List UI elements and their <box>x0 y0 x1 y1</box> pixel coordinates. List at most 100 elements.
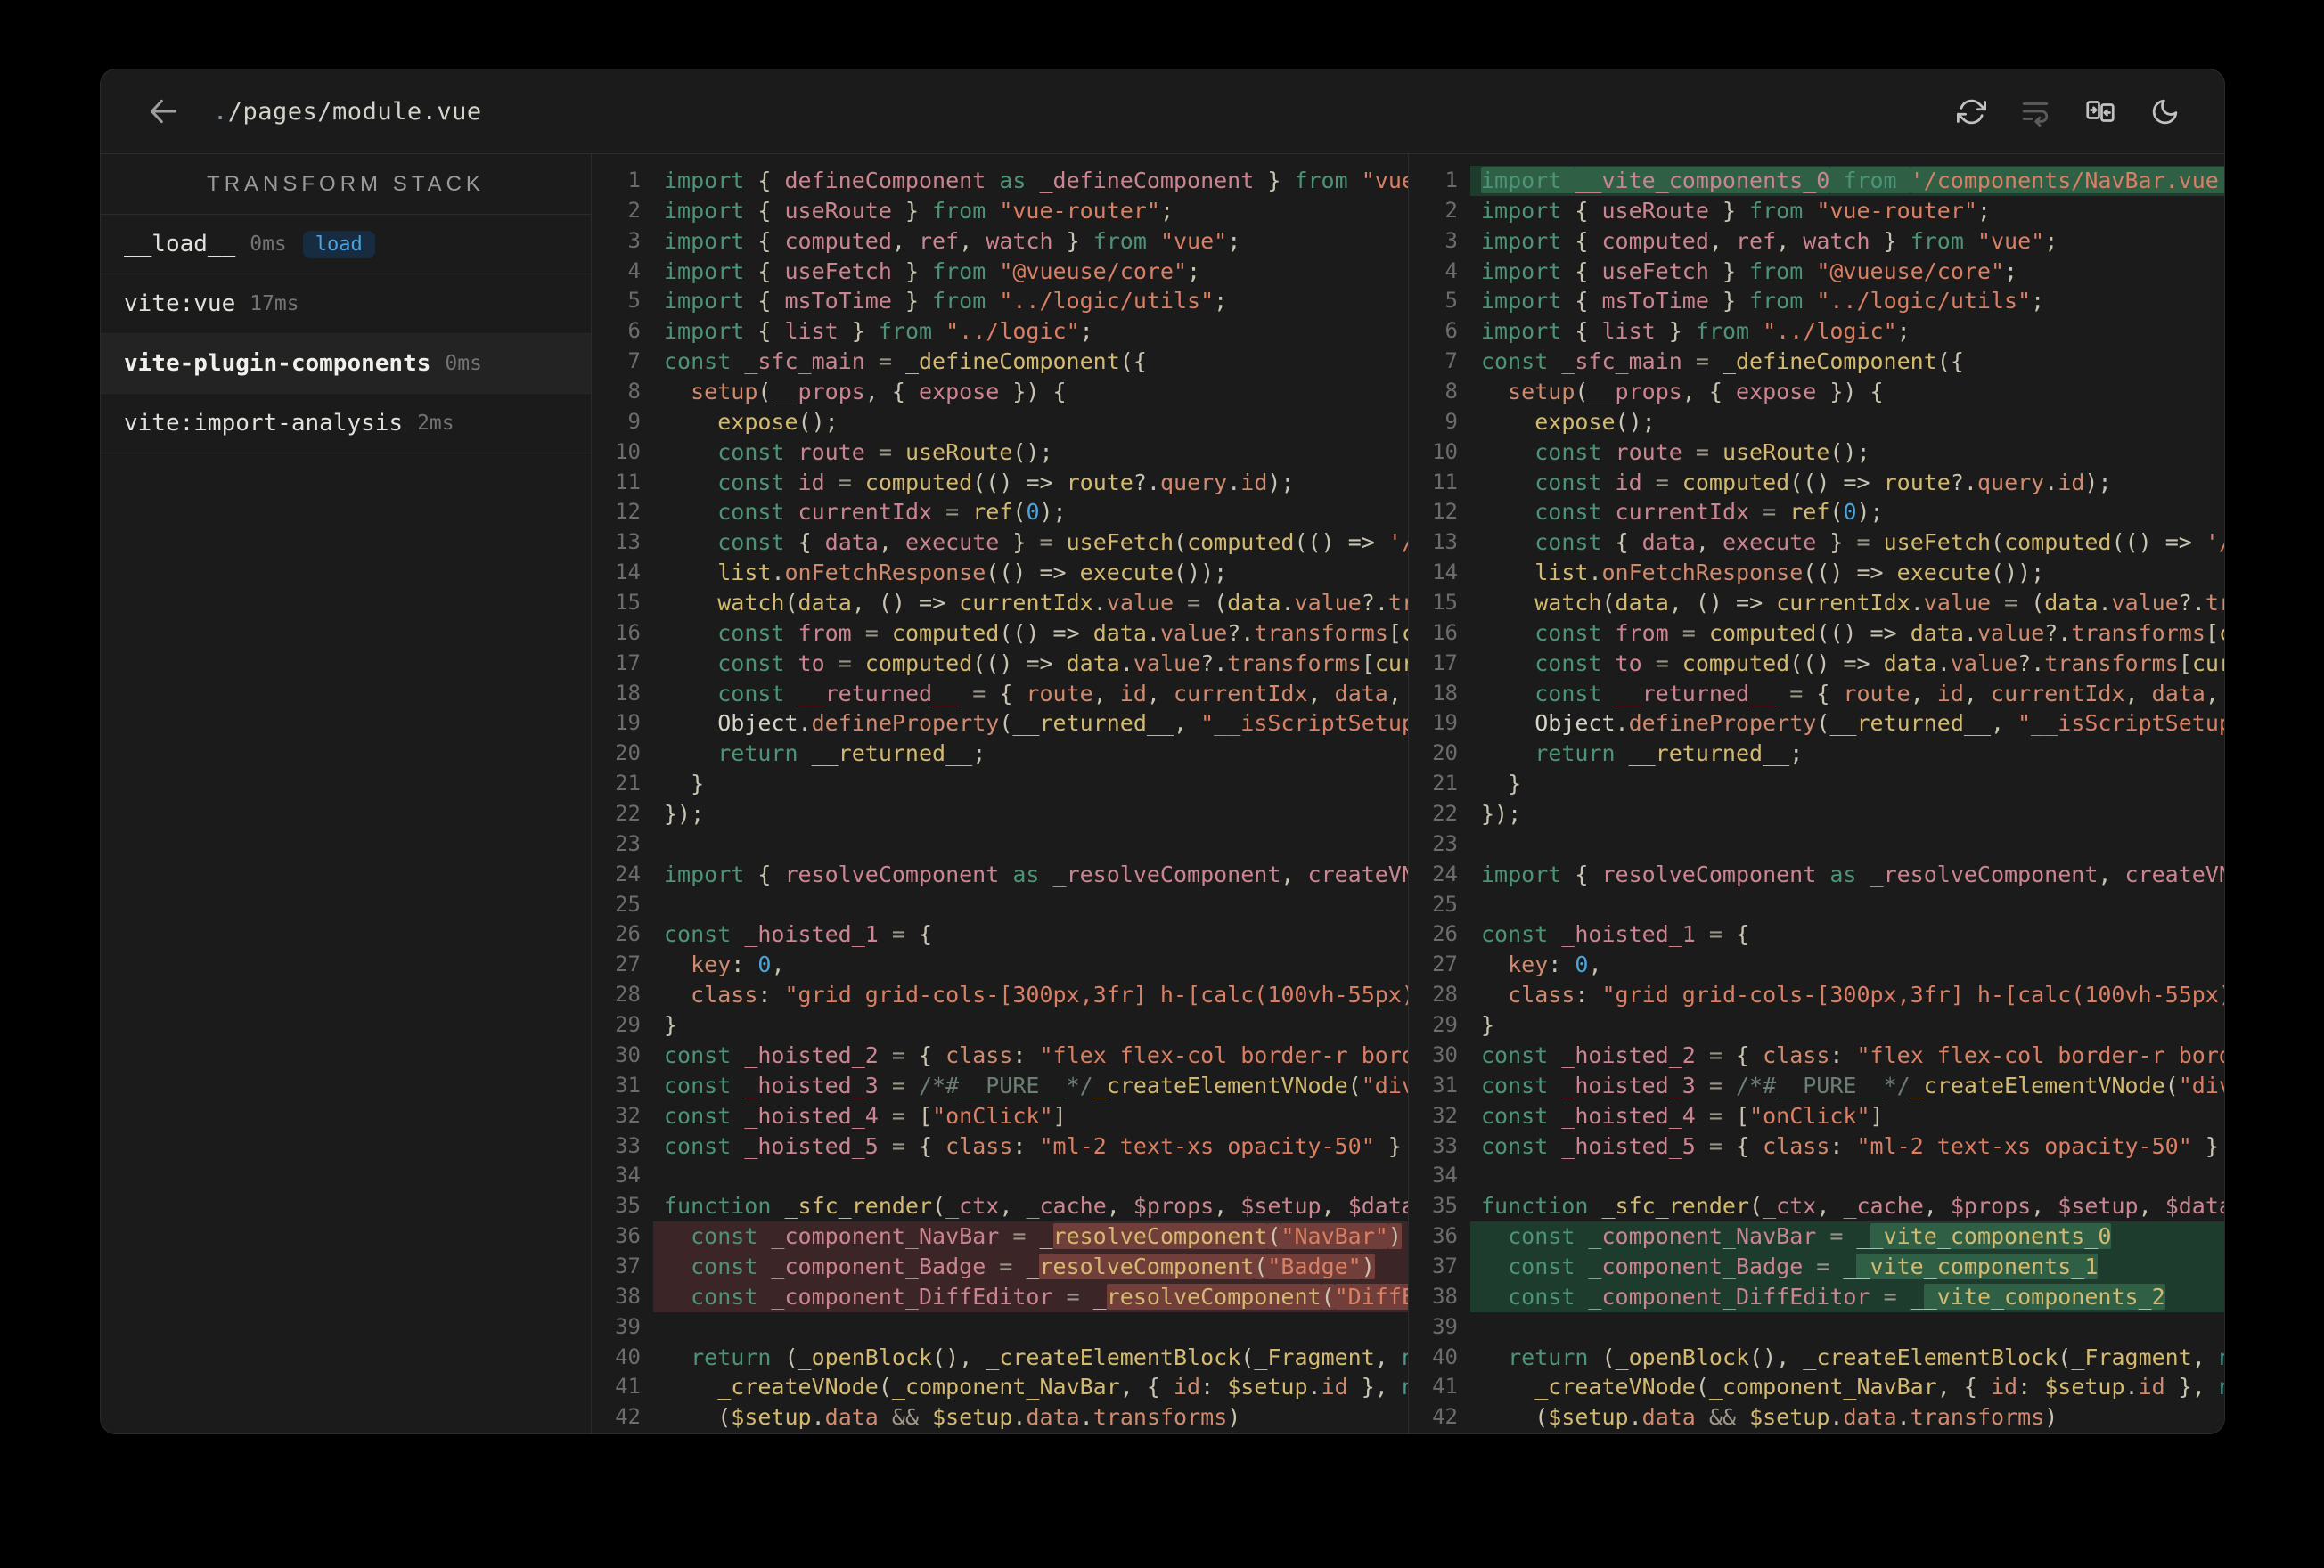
code-token: transforms <box>2071 619 2205 646</box>
code-token: : <box>757 982 785 1009</box>
code-token: '/__inspect_api/module?id=' <box>1387 529 1408 556</box>
code-content: return (_openBlock(), _createElementBloc… <box>1470 1343 2224 1373</box>
code-token: "vue" <box>1976 227 2045 254</box>
code-token: const <box>1508 1253 1589 1279</box>
code-token: as <box>986 167 1040 193</box>
code-token: from <box>1749 288 1817 314</box>
code-token: [ <box>1387 619 1402 646</box>
code-token: (() <box>1294 529 1348 556</box>
code-token: null <box>2219 1344 2224 1370</box>
code-token: _ <box>1910 1283 1924 1310</box>
code-line: 16 const from = computed(() => data.valu… <box>592 618 1408 649</box>
code-token: } <box>664 1012 678 1039</box>
code-token: = <box>972 680 1000 706</box>
code-token: value <box>1950 649 2018 676</box>
code-token: , <box>1106 1193 1133 1220</box>
code-token: ( <box>1240 1343 1255 1370</box>
line-number: 36 <box>1432 1223 1458 1249</box>
code-content: function _sfc_render(_ctx, _cache, $prop… <box>1470 1191 2224 1221</box>
code-token: (); <box>798 408 839 435</box>
line-number: 13 <box>1432 529 1458 555</box>
code-token: . <box>1628 1404 1642 1431</box>
code-token: expose <box>919 379 1000 405</box>
code-line: 39 <box>1409 1312 2224 1343</box>
sidebar-item-vite-plugin-components[interactable]: vite-plugin-components 0ms <box>101 334 591 394</box>
refresh-icon[interactable] <box>1957 97 1986 127</box>
code-line: 23 <box>592 829 1408 860</box>
code-token: (() <box>1789 649 1844 676</box>
code-token: '/__inspect_api/module?id=' <box>2205 529 2224 556</box>
code-line: 18 const __returned__ = { route, id, cur… <box>1409 679 2224 709</box>
code-token: ( <box>1254 1253 1268 1279</box>
code-content: ($setup.data && $setup.data.transforms) <box>653 1402 1408 1433</box>
line-number: 20 <box>1432 740 1458 766</box>
swap-panes-icon[interactable] <box>2084 95 2116 127</box>
line-number: 17 <box>1432 649 1458 675</box>
sidebar-item-vite-vue[interactable]: vite:vue 17ms <box>101 274 591 334</box>
diff-pane-after[interactable]: 1 import __vite_components_0 from '/compo… <box>1409 154 2224 1433</box>
code-token: expose <box>717 408 798 435</box>
code-token: $props <box>1950 1193 2032 1220</box>
code-token: currentIdx <box>798 499 946 526</box>
code-token: : <box>1012 1041 1040 1068</box>
sidebar-item-vite-import-analysis[interactable]: vite:import-analysis 2ms <box>101 394 591 453</box>
code-token: = <box>1708 1132 1736 1159</box>
code-token: , <box>1695 529 1723 556</box>
code-token: ( <box>1012 499 1027 526</box>
code-token: _Fragment <box>1254 1343 1375 1370</box>
code-token: } <box>664 771 705 797</box>
back-button[interactable] <box>145 94 181 129</box>
code-token: $setup <box>2044 1374 2125 1401</box>
code-token: const <box>1534 680 1616 706</box>
line-number: 12 <box>615 499 641 525</box>
code-token: (() <box>972 649 1027 676</box>
code-token: import <box>664 861 758 887</box>
line-number: 14 <box>615 559 641 585</box>
code-line: 7 const _sfc_main = _defineComponent({ <box>592 347 1408 377</box>
code-token: _ <box>1026 1253 1040 1279</box>
code-token: ( <box>1749 1193 1763 1220</box>
code-line: 2 import { useRoute } from "vue-router"; <box>592 196 1408 226</box>
code-token: { <box>798 529 825 556</box>
sidebar-item--load-[interactable]: __load__ 0ms load <box>101 215 591 274</box>
code-content: import { defineComponent as _defineCompo… <box>653 166 1408 196</box>
code-token: import <box>1481 318 1575 345</box>
line-wrap-icon[interactable] <box>2020 96 2050 127</box>
code-line: 39 <box>592 1312 1408 1343</box>
code-line: 21 } <box>1409 769 2224 799</box>
code-token: = <box>878 438 905 465</box>
code-token: computed <box>864 649 973 676</box>
code-token: null <box>1402 1344 1408 1370</box>
code-token: transforms <box>1092 1404 1228 1431</box>
line-number: 19 <box>1432 710 1458 736</box>
plugin-name: vite-plugin-components <box>124 350 431 377</box>
code-line: 1 import __vite_components_0 from '/compo… <box>1409 166 2224 196</box>
code-token: ( <box>1267 1223 1281 1250</box>
diff-pane-before[interactable]: 1 import { defineComponent as _defineComp… <box>592 154 1409 1433</box>
code-token: route <box>798 438 879 465</box>
code-token: __vite_components_0 <box>1575 167 1830 193</box>
code-token: __returned__ <box>811 740 973 767</box>
code-content: const _hoisted_5 = { class: "ml-2 text-x… <box>653 1131 1408 1162</box>
code-content: import { resolveComponent as _resolveCom… <box>653 860 1408 890</box>
code-token: [ <box>2205 619 2219 646</box>
code-token: useRoute <box>1601 197 1709 224</box>
code-token: ( <box>1347 1072 1362 1098</box>
code-token: ); <box>1856 499 1884 526</box>
code-token: = <box>891 1132 919 1159</box>
code-token: class <box>1508 982 1575 1009</box>
code-token: watch <box>1534 590 1602 617</box>
code-line: 17 const to = computed(() => data.value?… <box>592 649 1408 679</box>
code-token: ] <box>1870 1102 1884 1129</box>
dark-mode-icon[interactable] <box>2150 97 2180 127</box>
code-token: (); <box>1615 408 1656 435</box>
